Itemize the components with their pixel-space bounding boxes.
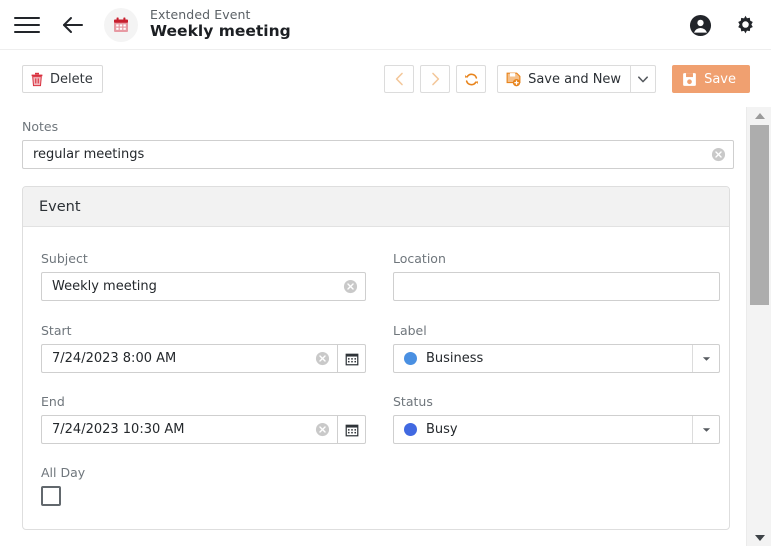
end-datetime-inner[interactable]: 7/24/2023 10:30 AM <box>41 415 337 444</box>
chevron-right-icon <box>430 72 441 86</box>
all-day-label: All Day <box>41 465 86 480</box>
chevron-left-icon <box>394 72 405 86</box>
label-color-dot <box>404 352 417 365</box>
event-editor-window: Extended Event Weekly meeting Delete Sav… <box>0 0 771 546</box>
chevron-down-icon <box>702 356 711 362</box>
status-dropdown-toggle[interactable] <box>692 416 719 443</box>
label-dropdown-toggle[interactable] <box>692 345 719 372</box>
start-label: Start <box>41 323 72 338</box>
start-datetime-input[interactable]: 7/24/2023 8:00 AM <box>41 344 366 373</box>
page-subtitle: Extended Event <box>150 6 251 22</box>
start-field-group: Start 7/24/2023 8:00 AM <box>41 323 366 373</box>
back-arrow-icon[interactable] <box>60 12 86 38</box>
location-label: Location <box>393 251 446 266</box>
chevron-down-icon <box>638 75 649 83</box>
prev-record-button[interactable] <box>384 65 415 93</box>
page-title: Weekly meeting <box>150 22 291 41</box>
start-datetime-value[interactable]: 7/24/2023 8:00 AM <box>42 351 315 366</box>
notes-field-group: Notes regular meetings <box>22 119 734 169</box>
account-circle-icon[interactable] <box>689 14 712 37</box>
status-label: Status <box>393 394 433 409</box>
label-field-label: Label <box>393 323 427 338</box>
status-field-group: Status Busy <box>393 394 720 444</box>
location-input[interactable] <box>393 272 720 301</box>
location-field-group: Location <box>393 251 720 301</box>
form-content-area: Notes regular meetings Event Subject Wee… <box>0 107 746 546</box>
scroll-up-arrow-icon[interactable] <box>747 107 771 124</box>
refresh-button[interactable] <box>456 65 487 93</box>
event-panel: Event Subject Weekly meeting Location St… <box>22 186 730 530</box>
calendar-icon <box>104 7 138 42</box>
save-and-new-button[interactable]: Save and New <box>498 66 630 92</box>
delete-button-label: Delete <box>50 71 93 87</box>
label-dropdown-value-wrap[interactable]: Business <box>394 345 692 372</box>
start-clear-icon[interactable] <box>315 351 330 366</box>
subject-input-value[interactable]: Weekly meeting <box>42 279 343 294</box>
toolbar-right-group: Save and New Save <box>384 65 750 93</box>
app-header: Extended Event Weekly meeting <box>0 0 771 50</box>
all-day-checkbox[interactable] <box>41 486 61 506</box>
label-dropdown-value: Business <box>426 351 484 366</box>
end-clear-icon[interactable] <box>315 422 330 437</box>
event-panel-title: Event <box>23 187 729 227</box>
status-color-dot <box>404 423 417 436</box>
end-datetime-input[interactable]: 7/24/2023 10:30 AM <box>41 415 366 444</box>
save-button[interactable]: Save <box>672 65 750 93</box>
vertical-scrollbar[interactable] <box>746 107 771 546</box>
save-and-new-dropdown-toggle[interactable] <box>630 66 655 92</box>
end-calendar-picker-icon[interactable] <box>337 415 366 444</box>
notes-input-value[interactable]: regular meetings <box>23 147 711 162</box>
header-titles: Extended Event Weekly meeting <box>150 6 291 41</box>
end-field-group: End 7/24/2023 10:30 AM <box>41 394 366 444</box>
label-field-group: Label Business <box>393 323 720 373</box>
notes-input[interactable]: regular meetings <box>22 140 734 169</box>
subject-field-group: Subject Weekly meeting <box>41 251 366 301</box>
notes-clear-icon[interactable] <box>711 147 726 162</box>
command-toolbar: Delete Save and New Save <box>0 50 771 107</box>
status-dropdown[interactable]: Busy <box>393 415 720 444</box>
end-datetime-value[interactable]: 7/24/2023 10:30 AM <box>42 422 315 437</box>
hamburger-icon[interactable] <box>14 12 40 38</box>
scroll-down-arrow-icon[interactable] <box>747 529 771 546</box>
refresh-icon <box>464 72 479 87</box>
end-label: End <box>41 394 65 409</box>
header-actions <box>689 0 757 50</box>
floppy-disk-icon <box>682 72 697 87</box>
next-record-button[interactable] <box>420 65 451 93</box>
save-and-new-label: Save and New <box>528 71 622 87</box>
notes-label: Notes <box>22 119 59 134</box>
all-day-field-group: All Day <box>41 465 366 506</box>
subject-clear-icon[interactable] <box>343 279 358 294</box>
trash-icon <box>30 72 44 87</box>
start-datetime-inner[interactable]: 7/24/2023 8:00 AM <box>41 344 337 373</box>
status-dropdown-value: Busy <box>426 422 458 437</box>
save-button-label: Save <box>704 71 736 87</box>
gear-icon[interactable] <box>734 14 757 37</box>
delete-button[interactable]: Delete <box>22 65 103 93</box>
scrollbar-thumb[interactable] <box>750 125 769 305</box>
start-calendar-picker-icon[interactable] <box>337 344 366 373</box>
label-dropdown[interactable]: Business <box>393 344 720 373</box>
save-and-new-split-button: Save and New <box>497 65 657 93</box>
subject-label: Subject <box>41 251 88 266</box>
status-dropdown-value-wrap[interactable]: Busy <box>394 416 692 443</box>
subject-input[interactable]: Weekly meeting <box>41 272 366 301</box>
save-add-icon <box>506 72 521 87</box>
chevron-down-icon <box>702 427 711 433</box>
